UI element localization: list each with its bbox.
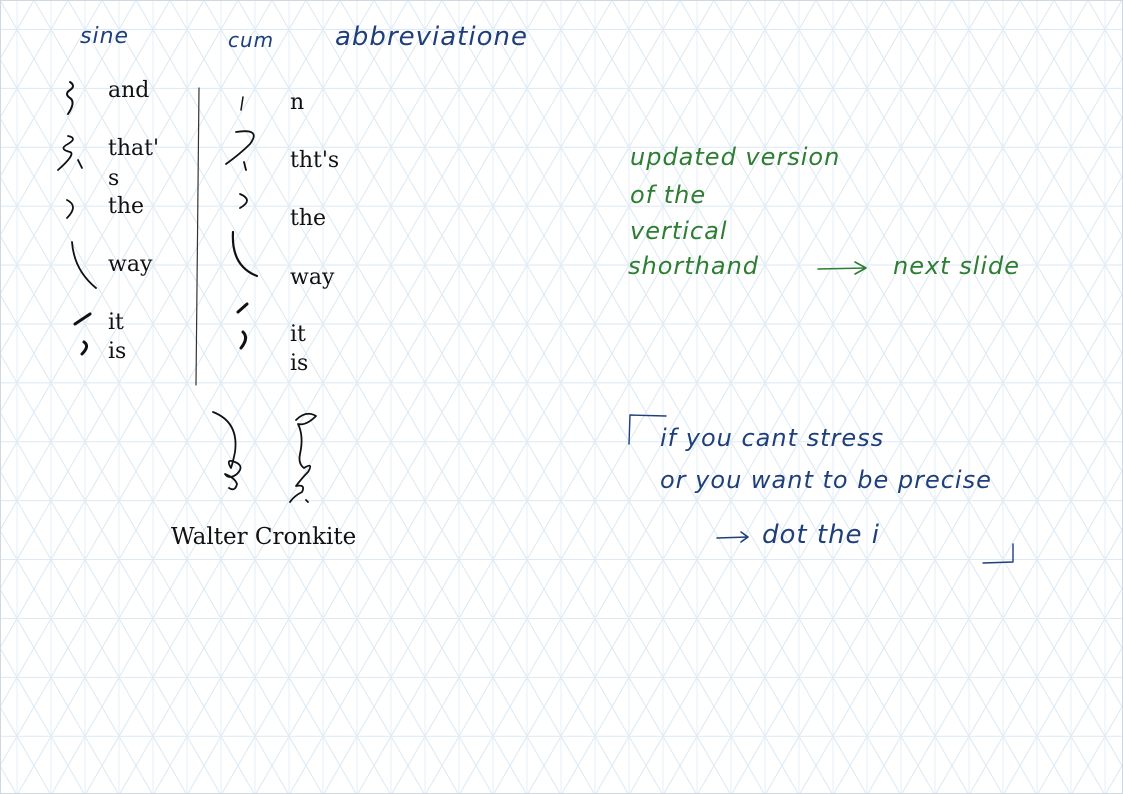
glyph-thats [57, 135, 83, 171]
green-note-arrow-text: next slide [893, 252, 1021, 280]
left-word-way: way [108, 252, 153, 277]
glyph-thts [225, 130, 255, 171]
caption-walter-cronkite: Walter Cronkite [171, 524, 357, 550]
glyph-n [240, 96, 244, 111]
right-word-the: the [290, 206, 327, 231]
glyph-walter [212, 411, 242, 491]
right-word-is: is [290, 351, 309, 376]
glyph-cronkite [289, 412, 317, 503]
glyph-is-2 [239, 330, 248, 350]
green-note-line-2: of the [630, 181, 707, 209]
column-divider [195, 87, 200, 386]
blue-note-line-1: if you cant stress [660, 424, 885, 452]
glyph-the [66, 199, 74, 219]
right-word-thts: tht's [290, 148, 340, 173]
green-note-line-1: updated version [630, 143, 841, 171]
header-abbreviatione: abbreviatione [335, 22, 528, 52]
blue-arrow [716, 531, 749, 543]
blue-note-arrow-text: dot the i [762, 520, 881, 550]
green-arrow [817, 261, 867, 275]
right-word-n: n [290, 90, 305, 115]
green-note-line-3: vertical [630, 217, 728, 245]
blue-bracket-bottom [982, 543, 1014, 564]
left-word-and: and [108, 78, 150, 103]
header-cum: cum [228, 28, 275, 52]
left-word-it: it [108, 310, 124, 335]
glyph-way-2 [231, 230, 259, 278]
ink-layer [57, 81, 1014, 564]
glyph-and [66, 81, 74, 115]
glyph-it-2 [236, 302, 249, 314]
glyph-the-2 [239, 193, 248, 209]
left-word-thats: that' [108, 136, 160, 161]
glyph-is [80, 340, 89, 356]
glyph-way [71, 241, 97, 289]
header-sine: sine [80, 24, 130, 49]
left-word-the: the [108, 194, 145, 219]
glyph-it [73, 312, 92, 326]
left-word-is: is [108, 339, 127, 364]
left-word-s: s [108, 166, 120, 191]
green-note-line-4: shorthand [628, 252, 760, 280]
right-word-way: way [290, 265, 335, 290]
blue-note-line-2: or you want to be precise [660, 466, 992, 494]
right-word-it: it [290, 322, 306, 347]
